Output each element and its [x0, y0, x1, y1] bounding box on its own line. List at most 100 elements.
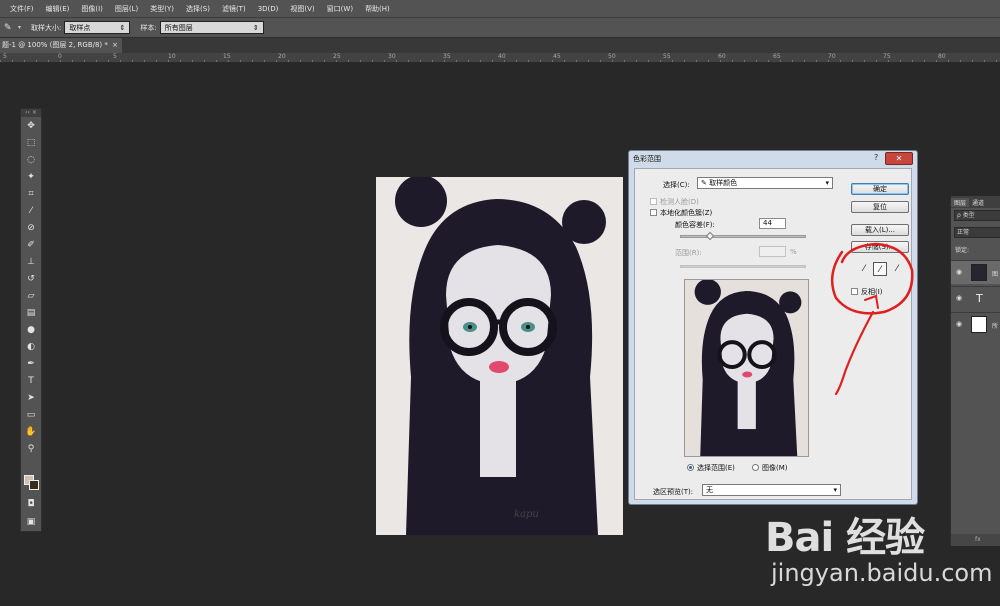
move-tool-icon[interactable]: ✥: [21, 117, 41, 134]
toolbox-grip[interactable]: ‹‹ ×: [21, 109, 41, 117]
eraser-tool-icon[interactable]: ▱: [21, 287, 41, 304]
toolbox: ‹‹ × ✥ ⬚ ◌ ✦ ⌗ ⁄ ⊘ ✐ ⊥ ↺ ▱ ▤ ● ◐ ✒ T ➤ ▭…: [20, 108, 42, 532]
detect-faces-checkbox[interactable]: [650, 198, 657, 205]
invert-checkbox[interactable]: [851, 288, 858, 295]
marquee-tool-icon[interactable]: ⬚: [21, 134, 41, 151]
tab-channels[interactable]: 通道: [969, 198, 987, 207]
eyedropper-icon[interactable]: ⁄: [857, 262, 871, 276]
path-selection-tool-icon[interactable]: ➤: [21, 389, 41, 406]
selection-preview-label: 选区预览(T):: [653, 488, 694, 496]
screen-mode-icon[interactable]: ▣: [21, 513, 41, 530]
localized-clusters-checkbox[interactable]: [650, 209, 657, 216]
menu-layer[interactable]: 图层(L): [115, 4, 138, 14]
sample-value: 所有图层: [164, 23, 193, 32]
horizontal-ruler: 5 0 5 10 15 20 25 30 35 40 45 50 55 60 65 70 75 80: [0, 53, 1000, 63]
layer-row[interactable]: ◉ 所: [951, 312, 1000, 336]
visibility-eye-icon[interactable]: ◉: [956, 320, 962, 328]
load-button[interactable]: 载入(L)...: [851, 224, 909, 236]
close-tab-icon[interactable]: ×: [112, 38, 118, 53]
range-label: 范围(R):: [675, 249, 702, 257]
eyedropper-plus-icon[interactable]: ⁄: [873, 262, 887, 276]
save-button[interactable]: 存储(S)...: [851, 241, 909, 253]
ok-button[interactable]: 确定: [851, 183, 909, 195]
gradient-tool-icon[interactable]: ▤: [21, 304, 41, 321]
canvas-image[interactable]: kapu: [376, 177, 623, 535]
ruler-tick-label: 60: [718, 53, 726, 60]
dialog-title: 色彩范围: [633, 155, 661, 163]
image-radio[interactable]: [752, 464, 759, 471]
menu-view[interactable]: 视图(V): [290, 4, 314, 14]
watermark-url: jingyan.baidu.com: [771, 559, 993, 587]
stamp-tool-icon[interactable]: ⊥: [21, 253, 41, 270]
visibility-eye-icon[interactable]: ◉: [956, 294, 962, 302]
selection-preview-dropdown[interactable]: 无 ▾: [702, 484, 841, 496]
blur-tool-icon[interactable]: ●: [21, 321, 41, 338]
options-bar: ✎ ▾ 取样大小: 取样点 ⇕ 样本: 所有图层 ⇕: [0, 18, 1000, 38]
shape-tool-icon[interactable]: ▭: [21, 406, 41, 423]
layers-panel: 图层 通道 ρ 类型 正常 锁定: ◉ 图 ◉ T ◉ 所 fx: [950, 196, 1000, 546]
localized-clusters-label: 本地化颜色簇(Z): [660, 209, 713, 217]
layer-row[interactable]: ◉ T: [951, 286, 1000, 310]
menu-help[interactable]: 帮助(H): [365, 4, 390, 14]
layer-name: 所: [992, 323, 999, 330]
ruler-tick-label: 40: [498, 53, 506, 60]
brush-tool-icon[interactable]: ✐: [21, 236, 41, 253]
color-range-dialog: 色彩范围 ? ✕ 选择(C): ✎ 取样颜色 ▾ 检测人脸(D) 本地化颜色簇(…: [628, 150, 918, 505]
blend-mode-select[interactable]: 正常: [954, 227, 1000, 238]
dialog-close-button[interactable]: ✕: [885, 152, 913, 165]
fuzziness-input[interactable]: 44: [759, 218, 786, 229]
pen-tool-icon[interactable]: ✒: [21, 355, 41, 372]
history-brush-tool-icon[interactable]: ↺: [21, 270, 41, 287]
quick-mask-icon[interactable]: ◘: [21, 495, 41, 512]
lock-label: 锁定:: [955, 247, 970, 254]
layer-row[interactable]: ◉ 图: [951, 260, 1000, 284]
range-unit: %: [790, 248, 797, 256]
menu-image[interactable]: 图像(I): [81, 4, 103, 14]
sample-size-select[interactable]: 取样点 ⇕: [64, 21, 131, 34]
fuzziness-slider[interactable]: [680, 231, 806, 241]
healing-brush-tool-icon[interactable]: ⊘: [21, 219, 41, 236]
eyedropper-minus-icon[interactable]: ⁄: [890, 262, 904, 276]
layer-filter-search[interactable]: ρ 类型: [954, 210, 1000, 221]
ruler-tick-label: 70: [828, 53, 836, 60]
selection-preview-value: 无: [706, 486, 713, 494]
select-dropdown[interactable]: ✎ 取样颜色 ▾: [697, 177, 833, 189]
ruler-tick-label: 65: [773, 53, 781, 60]
type-tool-icon[interactable]: T: [21, 372, 41, 389]
ruler-tick-label: 30: [388, 53, 396, 60]
sample-select[interactable]: 所有图层 ⇕: [159, 21, 264, 34]
document-tab[interactable]: 题-1 @ 100% (图层 2, RGB/8) * ×: [0, 38, 122, 53]
selection-radio[interactable]: [687, 464, 694, 471]
zoom-tool-icon[interactable]: ⚲: [21, 440, 41, 457]
selection-preview[interactable]: [684, 279, 809, 457]
ruler-tick-label: 75: [883, 53, 891, 60]
select-label: 选择(C):: [663, 181, 690, 189]
tool-preset-dropdown-icon[interactable]: ▾: [18, 24, 21, 31]
help-icon[interactable]: ?: [874, 153, 883, 163]
tab-layers[interactable]: 图层: [951, 197, 970, 207]
menu-edit[interactable]: 编辑(E): [46, 4, 70, 14]
menu-type[interactable]: 类型(Y): [150, 4, 174, 14]
fuzziness-slider-thumb[interactable]: [705, 231, 715, 241]
reset-button[interactable]: 复位: [851, 201, 909, 213]
detect-faces-label: 检测人脸(D): [660, 198, 699, 206]
menu-filter[interactable]: 滤镜(T): [222, 4, 246, 14]
crop-tool-icon[interactable]: ⌗: [21, 185, 41, 202]
layer-thumbnail: [971, 264, 987, 281]
visibility-eye-icon[interactable]: ◉: [956, 268, 962, 276]
menu-select[interactable]: 选择(S): [186, 4, 210, 14]
background-color-swatch[interactable]: [29, 480, 39, 490]
ruler-tick-label: 25: [333, 53, 341, 60]
ruler-tick-label: 80: [938, 53, 946, 60]
menu-bar: 文件(F) 编辑(E) 图像(I) 图层(L) 类型(Y) 选择(S) 滤镜(T…: [0, 0, 1000, 18]
ruler-tick-label: 10: [168, 53, 176, 60]
lasso-tool-icon[interactable]: ◌: [21, 151, 41, 168]
dodge-tool-icon[interactable]: ◐: [21, 338, 41, 355]
menu-file[interactable]: 文件(F): [10, 4, 34, 14]
menu-3d[interactable]: 3D(D): [258, 5, 279, 13]
eyedropper-tool-icon[interactable]: ✎: [4, 22, 16, 34]
hand-tool-icon[interactable]: ✋: [21, 423, 41, 440]
magic-wand-tool-icon[interactable]: ✦: [21, 168, 41, 185]
eyedropper-tool-icon[interactable]: ⁄: [21, 202, 41, 219]
menu-window[interactable]: 窗口(W): [327, 4, 353, 14]
